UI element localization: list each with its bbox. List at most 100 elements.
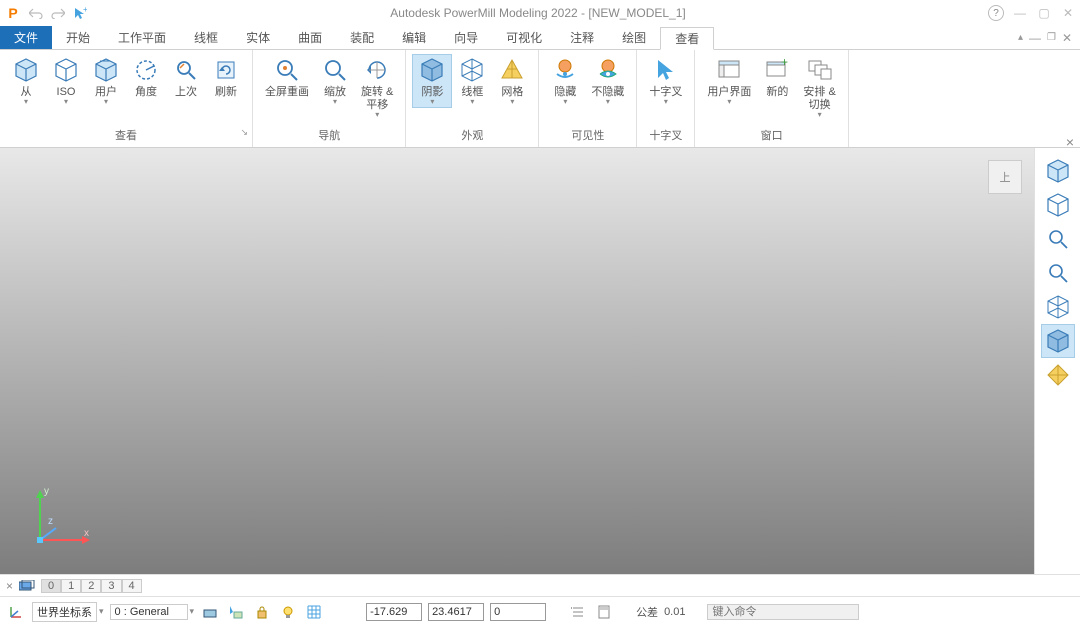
win-arrange[interactable]: 安排 & 切换▾ bbox=[797, 54, 841, 121]
level-tab-2[interactable]: 2 bbox=[81, 579, 101, 593]
command-input[interactable] bbox=[707, 604, 859, 620]
mesh-tri-icon bbox=[498, 56, 526, 84]
mag-fit-icon bbox=[273, 56, 301, 84]
menu-曲面[interactable]: 曲面 bbox=[284, 26, 336, 49]
close-icon[interactable]: ✕ bbox=[1060, 5, 1076, 21]
view-user[interactable]: 用户▾ bbox=[86, 54, 126, 108]
orientation-cube[interactable]: 上 bbox=[988, 160, 1022, 194]
view-refresh[interactable]: 刷新 bbox=[206, 54, 246, 101]
app-shade[interactable]: 阴影▾ bbox=[412, 54, 452, 108]
svg-text:z: z bbox=[48, 516, 53, 527]
child-close-icon[interactable]: ✕ bbox=[1062, 31, 1072, 45]
chevron-down-icon: ▾ bbox=[375, 110, 379, 119]
cs-icon[interactable] bbox=[6, 602, 26, 622]
view-iso[interactable]: ISO▾ bbox=[46, 54, 86, 108]
menu-装配[interactable]: 装配 bbox=[336, 26, 388, 49]
iso-cube-multi-icon bbox=[92, 56, 120, 84]
group-label: 查看↘ bbox=[0, 125, 252, 147]
dock-shade[interactable] bbox=[1041, 324, 1075, 358]
chevron-down-icon: ▾ bbox=[64, 97, 68, 106]
chevron-down-icon: ▾ bbox=[430, 97, 434, 106]
sb-calc-icon[interactable] bbox=[594, 602, 614, 622]
dialog-launcher-icon[interactable]: ↘ bbox=[240, 127, 248, 138]
coord-x[interactable]: -17.629 bbox=[366, 603, 422, 621]
chevron-down-icon: ▾ bbox=[727, 97, 731, 106]
app-logo: P bbox=[4, 4, 22, 22]
eye-show-icon bbox=[594, 56, 622, 84]
tolerance-label: 公差 bbox=[636, 604, 658, 620]
dock-top[interactable] bbox=[1041, 188, 1075, 222]
help-icon[interactable]: ? bbox=[988, 5, 1004, 21]
level-tab-4[interactable]: 4 bbox=[122, 579, 142, 593]
child-min-icon[interactable]: — bbox=[1029, 31, 1041, 45]
crosshair[interactable]: 十字叉▾ bbox=[643, 54, 688, 108]
cube-shaded-icon bbox=[418, 56, 446, 84]
dock-close-icon[interactable]: × bbox=[1066, 134, 1074, 150]
menu-实体[interactable]: 实体 bbox=[232, 26, 284, 49]
dock-zoom2[interactable] bbox=[1041, 256, 1075, 290]
menu-线框[interactable]: 线框 bbox=[180, 26, 232, 49]
general-select[interactable]: 0 : General▾ bbox=[110, 604, 195, 620]
sb-bulb-icon[interactable] bbox=[278, 602, 298, 622]
levels-close-icon[interactable]: × bbox=[6, 579, 13, 593]
view-angle[interactable]: 角度 bbox=[126, 54, 166, 101]
sb-cursor-plane-icon[interactable] bbox=[226, 602, 246, 622]
svg-text:x: x bbox=[84, 528, 89, 539]
sb-plane-icon[interactable] bbox=[200, 602, 220, 622]
dock-zoom1[interactable] bbox=[1041, 222, 1075, 256]
ribbon-min-icon[interactable]: ▴ bbox=[1018, 32, 1023, 43]
maximize-icon[interactable]: ▢ bbox=[1036, 5, 1052, 21]
svg-text:y: y bbox=[44, 486, 49, 497]
view-prev[interactable]: 上次 bbox=[166, 54, 206, 101]
nav-zoom[interactable]: 缩放▾ bbox=[315, 54, 355, 108]
menu-注释[interactable]: 注释 bbox=[556, 26, 608, 49]
level-tab-0[interactable]: 0 bbox=[41, 579, 61, 593]
level-tab-3[interactable]: 3 bbox=[101, 579, 121, 593]
menu-绘图[interactable]: 绘图 bbox=[608, 26, 660, 49]
menu-可视化[interactable]: 可视化 bbox=[492, 26, 556, 49]
view-from[interactable]: 从▾ bbox=[6, 54, 46, 108]
chevron-down-icon: ▾ bbox=[470, 97, 474, 106]
sb-lock-icon[interactable] bbox=[252, 602, 272, 622]
dock-mesh[interactable] bbox=[1041, 358, 1075, 392]
coord-z[interactable]: 0 bbox=[490, 603, 546, 621]
cursor-icon[interactable]: + bbox=[72, 5, 88, 21]
sb-list-icon[interactable] bbox=[568, 602, 588, 622]
app-wire[interactable]: 线框▾ bbox=[452, 54, 492, 108]
eye-hide-icon bbox=[551, 56, 579, 84]
app-grid[interactable]: 网格▾ bbox=[492, 54, 532, 108]
win-new-icon: + bbox=[763, 56, 791, 84]
group-label: 可见性 bbox=[539, 125, 636, 147]
level-tab-1[interactable]: 1 bbox=[61, 579, 81, 593]
vis-hide[interactable]: 隐藏▾ bbox=[545, 54, 585, 108]
dock-wire[interactable] bbox=[1041, 290, 1075, 324]
mag-zoom-icon bbox=[321, 56, 349, 84]
menu-工作平面[interactable]: 工作平面 bbox=[104, 26, 180, 49]
cursor-icon bbox=[652, 56, 680, 84]
sb-grid-icon[interactable] bbox=[304, 602, 324, 622]
menu-开始[interactable]: 开始 bbox=[52, 26, 104, 49]
win-ui-icon bbox=[715, 56, 743, 84]
cs-select[interactable]: 世界坐标系▾ bbox=[32, 602, 104, 622]
svg-text:+: + bbox=[83, 6, 87, 14]
nav-rotate-pan[interactable]: 旋转 & 平移▾ bbox=[355, 54, 399, 121]
child-restore-icon[interactable]: ❐ bbox=[1047, 32, 1056, 43]
undo-icon[interactable] bbox=[28, 5, 44, 21]
iso-cube-icon bbox=[12, 56, 40, 84]
group-label: 十字叉 bbox=[637, 125, 694, 147]
viewport[interactable]: 上 y x z bbox=[0, 148, 1034, 574]
menu-查看[interactable]: 查看 bbox=[660, 27, 714, 50]
levels-icon[interactable] bbox=[17, 576, 37, 596]
chevron-down-icon: ▾ bbox=[104, 97, 108, 106]
nav-fit[interactable]: 全屏重画 bbox=[259, 54, 315, 101]
coord-y[interactable]: 23.4617 bbox=[428, 603, 484, 621]
menu-file[interactable]: 文件 bbox=[0, 26, 52, 49]
menu-向导[interactable]: 向导 bbox=[440, 26, 492, 49]
vis-unhide[interactable]: 不隐藏▾ bbox=[585, 54, 630, 108]
menu-编辑[interactable]: 编辑 bbox=[388, 26, 440, 49]
minimize-icon[interactable]: — bbox=[1012, 5, 1028, 21]
win-ui[interactable]: 用户界面▾ bbox=[701, 54, 757, 108]
dock-iso[interactable] bbox=[1041, 154, 1075, 188]
win-new[interactable]: +新的 bbox=[757, 54, 797, 101]
redo-icon[interactable] bbox=[50, 5, 66, 21]
